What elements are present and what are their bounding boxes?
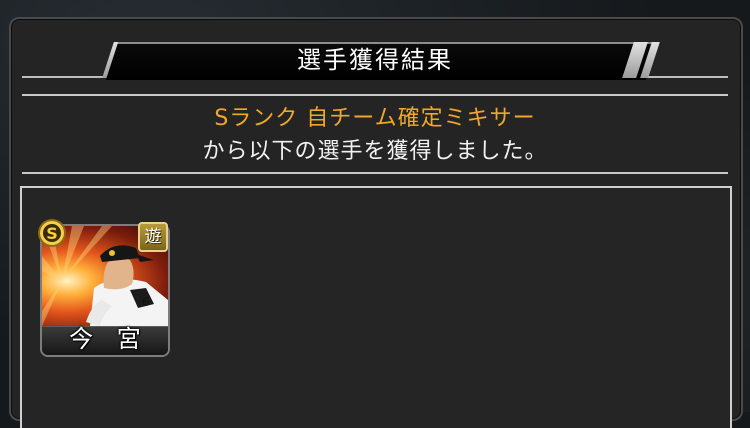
player-card[interactable]: 6 今 宮 S 遊 [37,218,170,357]
separator-top [22,94,728,96]
dialog-title: 選手獲得結果 [297,46,453,74]
title-bar: 選手獲得結果 [22,42,728,80]
rank-s-icon: S [38,219,66,247]
separator-bottom [22,172,728,174]
position-badge: 遊 [138,222,168,252]
player-figure-icon: 6 [86,245,168,326]
svg-text:6: 6 [142,295,150,309]
player-name: 今 宮 [69,325,149,353]
mixer-name-text: Sランク 自チーム確定ミキサー [214,106,536,131]
rank-letter: S [46,224,58,243]
result-message-text: から以下の選手を獲得しました。 [202,139,548,164]
